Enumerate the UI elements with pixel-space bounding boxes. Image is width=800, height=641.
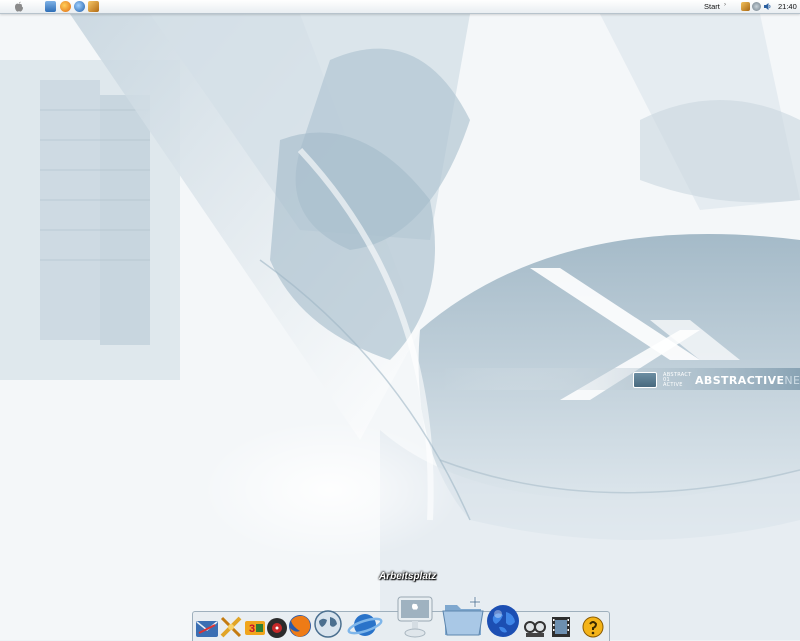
music-icon[interactable] xyxy=(265,615,289,639)
earth-globe-icon[interactable] xyxy=(485,603,521,639)
mail-icon[interactable] xyxy=(195,615,219,639)
help-icon[interactable] xyxy=(581,615,605,639)
imac-computer-icon[interactable] xyxy=(396,595,434,639)
brand-word-light: NET xyxy=(784,373,800,387)
clock[interactable]: 21:40 xyxy=(778,2,797,11)
firefox-icon[interactable] xyxy=(287,613,313,639)
volume-icon[interactable] xyxy=(763,2,772,11)
brand-wordmark: ABSTRACTIVENET xyxy=(695,374,800,387)
start-menu[interactable]: Start xyxy=(704,2,720,11)
svg-text:3: 3 xyxy=(249,623,255,635)
brand-word-bold: ABSTRACTIVE xyxy=(695,373,785,387)
brand-logo-icon xyxy=(633,372,657,388)
media-player-icon[interactable] xyxy=(523,615,547,639)
brand-small-line2: 01 ACTIVE xyxy=(663,376,683,388)
network-icon[interactable] xyxy=(741,2,750,11)
desktop-wallpaper: ABSTRACT 01 ACTIVE ABSTRACTIVENET xyxy=(0,0,800,640)
browser-globe-icon[interactable] xyxy=(74,1,85,12)
apple-logo-icon[interactable] xyxy=(14,1,24,12)
games-icon[interactable]: 3 xyxy=(243,615,267,639)
folder-icon[interactable] xyxy=(441,595,485,639)
finder-icon[interactable] xyxy=(45,1,56,12)
wallpaper-brand: ABSTRACT 01 ACTIVE ABSTRACTIVENET xyxy=(633,372,800,388)
abstract-wallpaper-art xyxy=(0,0,800,640)
start-arrow-icon[interactable]: › xyxy=(724,2,726,8)
tools-icon[interactable] xyxy=(219,615,243,639)
dock: 3 xyxy=(192,596,610,641)
film-icon[interactable] xyxy=(549,615,573,639)
planet-icon[interactable] xyxy=(347,609,383,639)
dock-hover-label: Arbeitsplatz xyxy=(379,571,437,582)
world-globe-icon[interactable] xyxy=(313,609,343,639)
tools-icon[interactable] xyxy=(88,1,99,12)
brand-small-text: ABSTRACT 01 ACTIVE xyxy=(663,372,691,388)
settings-icon[interactable] xyxy=(752,2,761,11)
firefox-icon[interactable] xyxy=(60,1,71,12)
top-menubar: Start › 21:40 xyxy=(0,0,800,14)
